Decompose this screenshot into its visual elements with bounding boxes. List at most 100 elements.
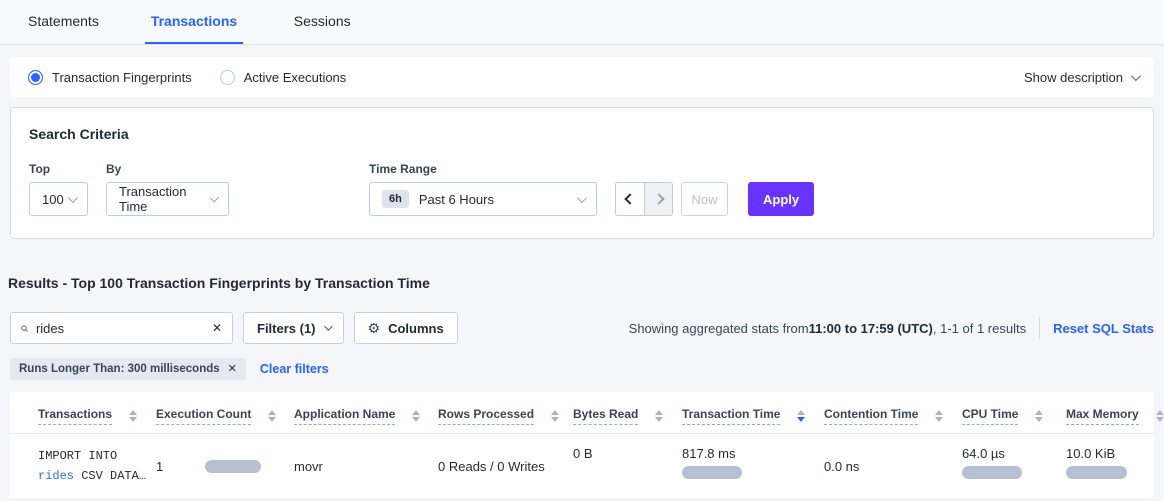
by-field: By Transaction Time bbox=[106, 162, 229, 216]
time-nav-group bbox=[615, 182, 673, 216]
max-memory-value: 10.0 KiB bbox=[1066, 446, 1154, 461]
sort-icon[interactable] bbox=[935, 410, 943, 422]
sort-icon[interactable] bbox=[1156, 410, 1164, 422]
application-name-value: movr bbox=[294, 459, 323, 474]
column-header-cpu-time[interactable]: CPU Time bbox=[962, 407, 1066, 425]
search-box[interactable]: ✕ bbox=[10, 312, 233, 344]
column-header-contention-time[interactable]: Contention Time bbox=[824, 407, 962, 425]
chevron-down-icon bbox=[1131, 71, 1141, 81]
chevron-left-icon bbox=[624, 193, 635, 204]
time-range-field: Time Range 6h Past 6 Hours bbox=[369, 162, 597, 216]
divider bbox=[1039, 317, 1040, 339]
execution-count-value: 1 bbox=[156, 459, 163, 474]
cpu-time-cell: 64.0 µs bbox=[962, 446, 1066, 479]
show-description-toggle[interactable]: Show description bbox=[1024, 70, 1138, 85]
show-description-label: Show description bbox=[1024, 70, 1123, 85]
tab-statements[interactable]: Statements bbox=[22, 13, 105, 44]
time-range-label: Time Range bbox=[369, 162, 597, 176]
transaction-time-cell: 817.8 ms bbox=[682, 446, 824, 479]
results-controls-row: ✕ Filters (1) ⚙ Columns Showing aggregat… bbox=[10, 312, 1154, 344]
top-select-value: 100 bbox=[42, 192, 64, 207]
cpu-time-value: 64.0 µs bbox=[962, 446, 1066, 461]
execution-count-cell: 1 bbox=[156, 459, 294, 474]
chevron-down-icon bbox=[324, 322, 332, 330]
header-label: Bytes Read bbox=[573, 407, 638, 425]
columns-button[interactable]: ⚙ Columns bbox=[354, 312, 458, 344]
header-label: Transaction Time bbox=[682, 407, 780, 425]
gear-icon: ⚙ bbox=[368, 321, 381, 335]
max-memory-cell: 10.0 KiB bbox=[1066, 446, 1154, 479]
remove-filter-icon[interactable]: ✕ bbox=[228, 364, 237, 375]
header-label: Max Memory bbox=[1066, 407, 1139, 425]
time-range-select[interactable]: 6h Past 6 Hours bbox=[369, 182, 597, 216]
next-time-button[interactable] bbox=[644, 183, 672, 215]
table-row: IMPORT INTO rides CSV DATA… 1 movr 0 Rea… bbox=[10, 434, 1154, 500]
top-select[interactable]: 100 bbox=[29, 182, 88, 216]
apply-button[interactable]: Apply bbox=[748, 182, 814, 216]
rows-processed-value: 0 Reads / 0 Writes bbox=[438, 459, 545, 474]
transactions-table: Transactions Execution Count Application… bbox=[10, 392, 1154, 500]
header-label: Rows Processed bbox=[438, 407, 534, 425]
column-header-transaction-time[interactable]: Transaction Time bbox=[682, 407, 824, 425]
chevron-down-icon bbox=[68, 193, 78, 203]
filters-button[interactable]: Filters (1) bbox=[243, 312, 344, 344]
transaction-line1: IMPORT INTO bbox=[38, 446, 156, 466]
active-filters-row: Runs Longer Than: 300 milliseconds ✕ Cle… bbox=[10, 358, 1154, 380]
sort-icon[interactable] bbox=[129, 410, 137, 422]
search-match-highlight: rides bbox=[38, 469, 74, 483]
sort-icon-descending[interactable] bbox=[797, 410, 805, 422]
now-button[interactable]: Now bbox=[681, 182, 728, 216]
filter-chip-label: Runs Longer Than: 300 milliseconds bbox=[19, 363, 220, 375]
column-header-application-name[interactable]: Application Name bbox=[294, 407, 438, 425]
radio-selected-icon bbox=[28, 70, 43, 85]
tab-transactions[interactable]: Transactions bbox=[145, 13, 243, 44]
tab-sessions[interactable]: Sessions bbox=[283, 13, 361, 44]
column-header-bytes-read[interactable]: Bytes Read bbox=[573, 407, 682, 425]
column-header-transactions[interactable]: Transactions bbox=[38, 407, 156, 425]
top-tab-bar: Statements Transactions Sessions bbox=[0, 0, 1164, 45]
aggregated-stats-text: Showing aggregated stats from 11:00 to 1… bbox=[629, 317, 1154, 339]
header-label: Contention Time bbox=[824, 407, 918, 425]
radio-unselected-icon bbox=[220, 70, 235, 85]
time-range-value: Past 6 Hours bbox=[419, 192, 494, 207]
search-criteria-title: Search Criteria bbox=[29, 126, 1135, 142]
transaction-line2: rides CSV DATA… bbox=[38, 466, 156, 486]
time-range-badge: 6h bbox=[382, 190, 409, 208]
filter-chip: Runs Longer Than: 300 milliseconds ✕ bbox=[10, 358, 246, 380]
sort-icon[interactable] bbox=[1035, 410, 1043, 422]
table-header-row: Transactions Execution Count Application… bbox=[10, 392, 1154, 434]
column-header-max-memory[interactable]: Max Memory bbox=[1066, 407, 1154, 425]
column-header-rows-processed[interactable]: Rows Processed bbox=[438, 407, 573, 425]
clear-filters-link[interactable]: Clear filters bbox=[260, 362, 329, 376]
top-label: Top bbox=[29, 162, 88, 176]
stats-time-range: 11:00 to 17:59 (UTC) bbox=[809, 321, 933, 336]
bytes-read-value: 0 B bbox=[573, 446, 593, 461]
chevron-down-icon bbox=[209, 193, 219, 203]
by-select[interactable]: Transaction Time bbox=[106, 182, 229, 216]
transaction-time-bar bbox=[682, 466, 742, 479]
chevron-down-icon bbox=[577, 193, 587, 203]
column-header-execution-count[interactable]: Execution Count bbox=[156, 407, 294, 425]
previous-time-button[interactable] bbox=[616, 183, 644, 215]
reset-sql-stats-link[interactable]: Reset SQL Stats bbox=[1053, 321, 1154, 336]
transaction-line2-rest: CSV DATA… bbox=[74, 469, 146, 483]
radio-active-executions[interactable]: Active Executions bbox=[220, 70, 347, 85]
sort-icon[interactable] bbox=[551, 410, 559, 422]
columns-label: Columns bbox=[388, 321, 444, 336]
stats-suffix: , 1-1 of 1 results bbox=[933, 321, 1026, 336]
sort-icon[interactable] bbox=[412, 410, 420, 422]
header-label: CPU Time bbox=[962, 407, 1018, 425]
filters-label: Filters (1) bbox=[257, 321, 316, 336]
view-mode-strip: Transaction Fingerprints Active Executio… bbox=[10, 57, 1154, 97]
sort-icon[interactable] bbox=[268, 410, 276, 422]
transaction-fingerprint-link[interactable]: IMPORT INTO rides CSV DATA… bbox=[38, 446, 156, 486]
clear-search-icon[interactable]: ✕ bbox=[212, 322, 222, 334]
sort-icon[interactable] bbox=[655, 410, 663, 422]
header-label: Transactions bbox=[38, 407, 112, 425]
contention-time-value: 0.0 ns bbox=[824, 459, 859, 474]
results-heading: Results - Top 100 Transaction Fingerprin… bbox=[8, 275, 1154, 291]
execution-count-bar bbox=[205, 460, 261, 473]
search-input[interactable] bbox=[36, 321, 212, 336]
radio-transaction-fingerprints[interactable]: Transaction Fingerprints bbox=[28, 70, 192, 85]
header-label: Application Name bbox=[294, 407, 395, 425]
